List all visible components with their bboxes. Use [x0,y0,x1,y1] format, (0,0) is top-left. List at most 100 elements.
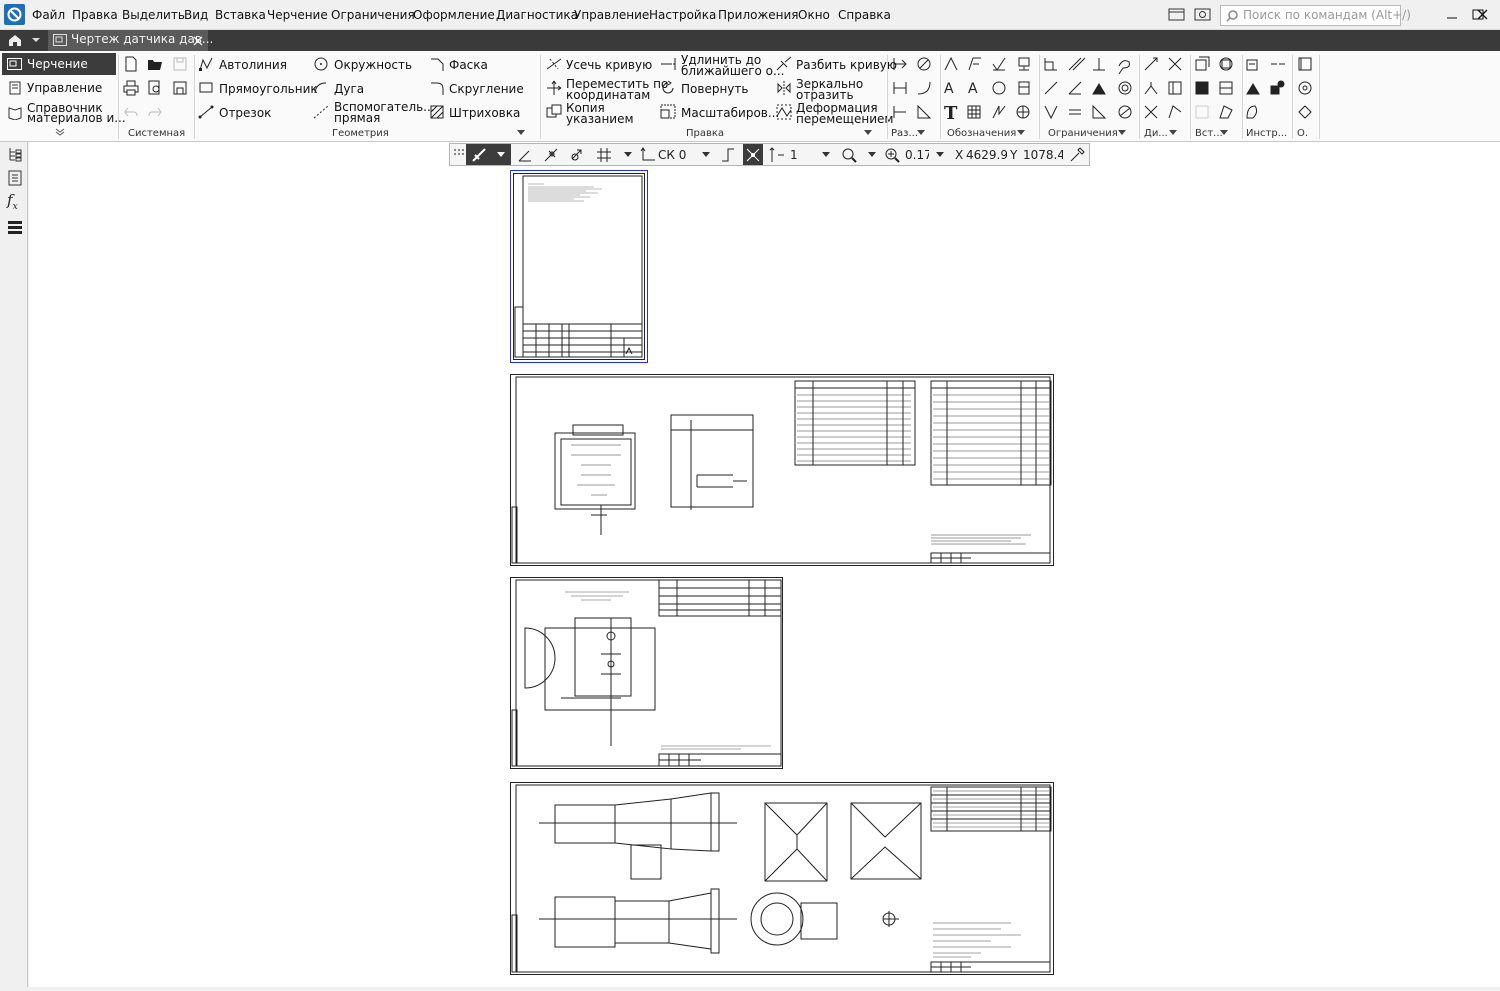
properties-icon[interactable] [7,170,23,186]
new-document-icon[interactable] [123,56,139,72]
copy-icon[interactable] [546,104,562,120]
pipette-icon[interactable] [1069,147,1085,163]
panel-drawing-active[interactable]: Черчение [2,53,116,75]
cursor-step-value[interactable]: 1 [790,148,798,162]
zoom-icon[interactable] [884,147,900,163]
x-coordinate-value[interactable]: 4629.927 [966,148,1007,162]
group-edit-dropdown-icon[interactable] [864,130,872,136]
menu-file[interactable]: Файл [32,8,65,22]
menu-apps[interactable]: Приложения [718,8,799,22]
scale-icon[interactable] [660,104,676,120]
tab-drawing-document[interactable]: Чертеж датчика дав... [48,30,213,51]
toolbar-grip-icon[interactable] [452,147,464,161]
zoom-mode-dropdown-icon[interactable] [868,152,876,158]
close-icon[interactable] [1473,6,1493,24]
fillet-icon[interactable] [429,80,445,96]
tabs-dropdown-icon[interactable] [31,36,41,44]
rectangle-button[interactable]: Прямоугольник [219,83,318,95]
menu-drawing[interactable]: Черчение [267,8,328,22]
hatch-button[interactable]: Штриховка [449,107,520,119]
screenshot-icon[interactable] [1194,7,1212,23]
round-icon[interactable] [569,147,585,163]
y-coordinate-value[interactable]: 1078.416 [1023,148,1063,162]
layers-icon[interactable] [7,219,23,235]
snap-mode-button[interactable] [466,144,511,165]
chamfer-icon[interactable] [429,56,445,72]
arc-icon[interactable] [313,80,329,96]
circle-button[interactable]: Окружность [334,59,412,71]
variables-fx-icon[interactable]: fx [7,191,18,212]
menu-constraints[interactable]: Ограничения [331,8,415,22]
segment-button[interactable]: Отрезок [219,107,271,119]
panel-layout-icon[interactable] [1168,7,1186,23]
menu-diagnostics[interactable]: Диагностика [496,8,578,22]
group-constraints-dropdown-icon[interactable] [1118,130,1126,136]
menu-help[interactable]: Справка [838,8,891,22]
rotate-icon[interactable] [660,80,676,96]
chamfer-button[interactable]: Фаска [449,59,488,71]
cursor-step-icon[interactable] [769,147,785,163]
step-dropdown-icon[interactable] [822,152,830,158]
home-icon[interactable] [7,33,23,47]
menu-insert[interactable]: Вставка [215,8,266,22]
autoline-button[interactable]: Автолиния [219,59,287,71]
fillet-button[interactable]: Скругление [449,83,524,95]
panel-materials-reference[interactable]: Справочник материалов и... [2,102,126,126]
save-icon[interactable] [172,56,188,72]
ortho-icon[interactable] [517,147,533,163]
rotate-button[interactable]: Повернуть [681,83,748,95]
open-folder-icon[interactable] [147,56,163,72]
group-dimensions-dropdown-icon[interactable] [917,130,925,136]
trim-curve-icon[interactable] [546,56,562,72]
print-icon[interactable] [123,80,139,96]
local-snap-icon[interactable] [543,147,559,163]
command-search-input[interactable]: Поиск по командам (Alt+/) [1220,5,1411,26]
rectangle-icon[interactable] [198,80,214,96]
menu-window[interactable]: Окно [798,8,830,22]
zoom-value[interactable]: 0.178 [905,148,929,162]
drawing-sheet-1[interactable] [513,173,645,360]
tree-icon[interactable] [7,146,23,162]
step-icon[interactable] [720,147,736,163]
arc-button[interactable]: Дуга [334,83,364,95]
trim-curve-button[interactable]: Усечь кривую [566,59,652,71]
minimize-button[interactable] [1442,6,1462,24]
group-geometry-dropdown-icon[interactable] [517,130,525,136]
menu-design[interactable]: Оформление [413,8,495,22]
deform-icon[interactable] [776,104,792,120]
drawing-sheet-3[interactable] [510,577,783,769]
drawing-sheet-2[interactable] [510,374,1054,566]
group-annotations-dropdown-icon[interactable] [1017,130,1025,136]
move-by-coords-icon[interactable] [546,80,562,96]
circle-icon[interactable] [313,56,329,72]
auxiliary-line-icon[interactable] [313,104,329,120]
tab-close-icon[interactable] [193,36,203,46]
group-diagnostics-dropdown-icon[interactable] [1169,130,1177,136]
zoom-window-icon[interactable] [841,147,857,163]
drawing-sheet-4[interactable] [510,782,1054,975]
menu-view[interactable]: Вид [184,8,208,22]
extend-icon[interactable] [660,56,676,72]
zoom-dropdown-icon[interactable] [936,152,944,158]
menu-manage[interactable]: Управление [574,8,649,22]
undo-icon[interactable] [123,104,139,120]
group-insert-dropdown-icon[interactable] [1220,130,1228,136]
menu-settings[interactable]: Настройка [649,8,716,22]
menu-select[interactable]: Выделить [122,8,185,22]
panel-manage[interactable]: Управление [2,78,116,98]
hatch-icon[interactable] [429,104,445,120]
coordinate-system-icon[interactable] [640,147,656,163]
mirror-icon[interactable] [776,80,792,96]
menu-edit[interactable]: Правка [72,8,118,22]
split-curve-button[interactable]: Разбить кривую [796,59,897,71]
save-as-icon[interactable] [172,80,188,96]
cs-dropdown-icon[interactable] [702,152,710,158]
preview-icon[interactable] [147,80,163,96]
expand-panels-icon[interactable] [55,128,65,136]
redo-icon[interactable] [147,104,163,120]
split-curve-icon[interactable] [776,56,792,72]
autoline-icon[interactable] [198,56,214,72]
scale-button[interactable]: Масштабиров... [681,107,779,119]
app-logo-icon[interactable] [4,4,25,25]
grid-dropdown-icon[interactable] [624,152,632,158]
